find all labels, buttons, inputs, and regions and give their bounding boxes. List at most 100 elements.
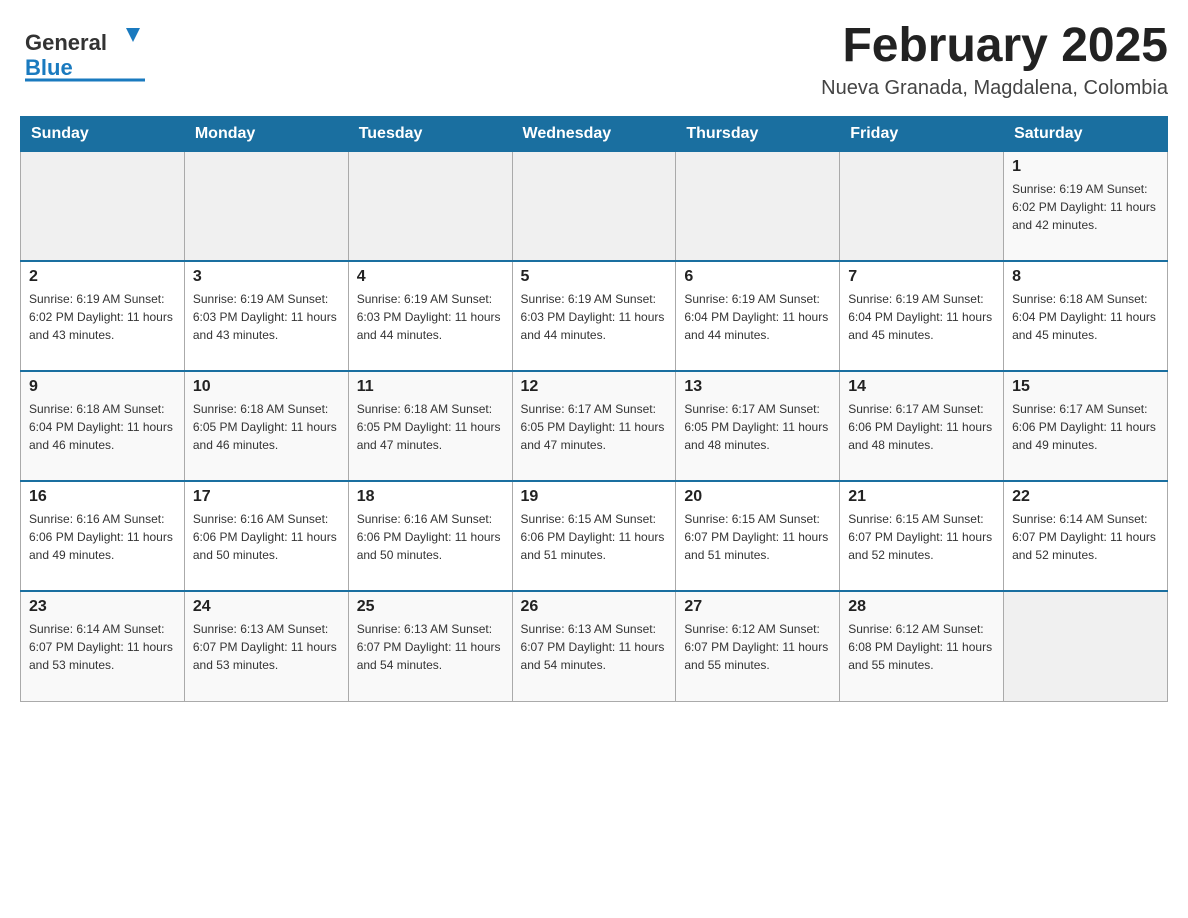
calendar-cell: 1Sunrise: 6:19 AM Sunset: 6:02 PM Daylig… bbox=[1004, 151, 1168, 261]
calendar-cell bbox=[21, 151, 185, 261]
day-info: Sunrise: 6:13 AM Sunset: 6:07 PM Dayligh… bbox=[357, 620, 504, 674]
logo: General Blue bbox=[20, 20, 150, 85]
calendar-cell: 12 Sunrise: 6:17 AM Sunset: 6:05 PM Dayli… bbox=[512, 371, 676, 481]
calendar-cell: 27Sunrise: 6:12 AM Sunset: 6:07 PM Dayli… bbox=[676, 591, 840, 701]
day-info: Sunrise: 6:14 AM Sunset: 6:07 PM Dayligh… bbox=[1012, 510, 1159, 564]
page-header: General Blue February 2025 Nueva Granada… bbox=[20, 20, 1168, 100]
day-number: 12 bbox=[521, 378, 668, 396]
day-info: Sunrise: 6:15 AM Sunset: 6:07 PM Dayligh… bbox=[848, 510, 995, 564]
calendar-cell: 8 Sunrise: 6:18 AM Sunset: 6:04 PM Daylig… bbox=[1004, 261, 1168, 371]
day-number: 22 bbox=[1012, 488, 1159, 506]
day-info: Sunrise: 6:17 AM Sunset: 6:06 PM Dayligh… bbox=[848, 400, 995, 454]
header-tuesday: Tuesday bbox=[348, 116, 512, 151]
day-info: Sunrise: 6:18 AM Sunset: 6:05 PM Dayligh… bbox=[193, 400, 340, 454]
calendar-cell: 17 Sunrise: 6:16 AM Sunset: 6:06 PM Dayli… bbox=[184, 481, 348, 591]
calendar-cell: 28Sunrise: 6:12 AM Sunset: 6:08 PM Dayli… bbox=[840, 591, 1004, 701]
day-number: 25 bbox=[357, 598, 504, 616]
day-number: 24 bbox=[193, 598, 340, 616]
day-number: 17 bbox=[193, 488, 340, 506]
calendar-cell: 26 Sunrise: 6:13 AM Sunset: 6:07 PM Dayli… bbox=[512, 591, 676, 701]
calendar-cell: 24 Sunrise: 6:13 AM Sunset: 6:07 PM Dayli… bbox=[184, 591, 348, 701]
day-info: Sunrise: 6:19 AM Sunset: 6:03 PM Dayligh… bbox=[357, 290, 504, 344]
header-monday: Monday bbox=[184, 116, 348, 151]
day-number: 18 bbox=[357, 488, 504, 506]
calendar-cell: 9 Sunrise: 6:18 AM Sunset: 6:04 PM Daylig… bbox=[21, 371, 185, 481]
day-info: Sunrise: 6:17 AM Sunset: 6:05 PM Dayligh… bbox=[521, 400, 668, 454]
day-info: Sunrise: 6:13 AM Sunset: 6:07 PM Dayligh… bbox=[193, 620, 340, 674]
day-info: Sunrise: 6:16 AM Sunset: 6:06 PM Dayligh… bbox=[357, 510, 504, 564]
day-info: Sunrise: 6:19 AM Sunset: 6:04 PM Dayligh… bbox=[848, 290, 995, 344]
month-title: February 2025 bbox=[821, 20, 1168, 73]
day-number: 3 bbox=[193, 268, 340, 286]
calendar-cell bbox=[512, 151, 676, 261]
calendar-cell: 21 Sunrise: 6:15 AM Sunset: 6:07 PM Dayli… bbox=[840, 481, 1004, 591]
day-number: 1 bbox=[1012, 158, 1159, 176]
calendar-cell: 23Sunrise: 6:14 AM Sunset: 6:07 PM Dayli… bbox=[21, 591, 185, 701]
svg-text:General: General bbox=[25, 30, 107, 55]
day-number: 4 bbox=[357, 268, 504, 286]
calendar-cell: 14Sunrise: 6:17 AM Sunset: 6:06 PM Dayli… bbox=[840, 371, 1004, 481]
header-saturday: Saturday bbox=[1004, 116, 1168, 151]
calendar-cell: 13 Sunrise: 6:17 AM Sunset: 6:05 PM Dayli… bbox=[676, 371, 840, 481]
day-info: Sunrise: 6:19 AM Sunset: 6:03 PM Dayligh… bbox=[521, 290, 668, 344]
calendar-cell: 15 Sunrise: 6:17 AM Sunset: 6:06 PM Dayli… bbox=[1004, 371, 1168, 481]
calendar-cell: 6 Sunrise: 6:19 AM Sunset: 6:04 PM Daylig… bbox=[676, 261, 840, 371]
calendar-cell: 5 Sunrise: 6:19 AM Sunset: 6:03 PM Daylig… bbox=[512, 261, 676, 371]
calendar-week-row: 2 Sunrise: 6:19 AM Sunset: 6:02 PM Daylig… bbox=[21, 261, 1168, 371]
day-info: Sunrise: 6:15 AM Sunset: 6:06 PM Dayligh… bbox=[521, 510, 668, 564]
day-number: 8 bbox=[1012, 268, 1159, 286]
day-info: Sunrise: 6:16 AM Sunset: 6:06 PM Dayligh… bbox=[193, 510, 340, 564]
calendar-cell: 25 Sunrise: 6:13 AM Sunset: 6:07 PM Dayli… bbox=[348, 591, 512, 701]
day-number: 13 bbox=[684, 378, 831, 396]
day-info: Sunrise: 6:18 AM Sunset: 6:04 PM Dayligh… bbox=[1012, 290, 1159, 344]
day-number: 7 bbox=[848, 268, 995, 286]
day-number: 16 bbox=[29, 488, 176, 506]
day-info: Sunrise: 6:17 AM Sunset: 6:05 PM Dayligh… bbox=[684, 400, 831, 454]
day-info: Sunrise: 6:19 AM Sunset: 6:03 PM Dayligh… bbox=[193, 290, 340, 344]
calendar-cell: 18 Sunrise: 6:16 AM Sunset: 6:06 PM Dayli… bbox=[348, 481, 512, 591]
calendar-cell: 19 Sunrise: 6:15 AM Sunset: 6:06 PM Dayli… bbox=[512, 481, 676, 591]
day-number: 9 bbox=[29, 378, 176, 396]
day-number: 11 bbox=[357, 378, 504, 396]
day-number: 23 bbox=[29, 598, 176, 616]
day-info: Sunrise: 6:15 AM Sunset: 6:07 PM Dayligh… bbox=[684, 510, 831, 564]
calendar-cell: 11Sunrise: 6:18 AM Sunset: 6:05 PM Dayli… bbox=[348, 371, 512, 481]
calendar-week-row: 23Sunrise: 6:14 AM Sunset: 6:07 PM Dayli… bbox=[21, 591, 1168, 701]
calendar-week-row: 9 Sunrise: 6:18 AM Sunset: 6:04 PM Daylig… bbox=[21, 371, 1168, 481]
day-number: 20 bbox=[684, 488, 831, 506]
calendar-week-row: 1Sunrise: 6:19 AM Sunset: 6:02 PM Daylig… bbox=[21, 151, 1168, 261]
day-number: 21 bbox=[848, 488, 995, 506]
calendar-cell bbox=[184, 151, 348, 261]
calendar-week-row: 16 Sunrise: 6:16 AM Sunset: 6:06 PM Dayli… bbox=[21, 481, 1168, 591]
header-wednesday: Wednesday bbox=[512, 116, 676, 151]
day-number: 10 bbox=[193, 378, 340, 396]
calendar-header-row: Sunday Monday Tuesday Wednesday Thursday… bbox=[21, 116, 1168, 151]
calendar-cell bbox=[348, 151, 512, 261]
calendar-cell bbox=[840, 151, 1004, 261]
day-number: 26 bbox=[521, 598, 668, 616]
day-number: 5 bbox=[521, 268, 668, 286]
calendar-cell bbox=[1004, 591, 1168, 701]
day-number: 6 bbox=[684, 268, 831, 286]
calendar-cell: 10 Sunrise: 6:18 AM Sunset: 6:05 PM Dayli… bbox=[184, 371, 348, 481]
calendar-cell: 2 Sunrise: 6:19 AM Sunset: 6:02 PM Daylig… bbox=[21, 261, 185, 371]
day-info: Sunrise: 6:13 AM Sunset: 6:07 PM Dayligh… bbox=[521, 620, 668, 674]
title-block: February 2025 Nueva Granada, Magdalena, … bbox=[821, 20, 1168, 100]
day-info: Sunrise: 6:16 AM Sunset: 6:06 PM Dayligh… bbox=[29, 510, 176, 564]
day-number: 19 bbox=[521, 488, 668, 506]
calendar-cell bbox=[676, 151, 840, 261]
day-number: 27 bbox=[684, 598, 831, 616]
header-thursday: Thursday bbox=[676, 116, 840, 151]
calendar-cell: 7 Sunrise: 6:19 AM Sunset: 6:04 PM Daylig… bbox=[840, 261, 1004, 371]
day-number: 2 bbox=[29, 268, 176, 286]
day-info: Sunrise: 6:17 AM Sunset: 6:06 PM Dayligh… bbox=[1012, 400, 1159, 454]
location-title: Nueva Granada, Magdalena, Colombia bbox=[821, 77, 1168, 100]
day-info: Sunrise: 6:18 AM Sunset: 6:04 PM Dayligh… bbox=[29, 400, 176, 454]
calendar-cell: 4 Sunrise: 6:19 AM Sunset: 6:03 PM Daylig… bbox=[348, 261, 512, 371]
calendar-table: Sunday Monday Tuesday Wednesday Thursday… bbox=[20, 116, 1168, 702]
day-info: Sunrise: 6:19 AM Sunset: 6:02 PM Dayligh… bbox=[29, 290, 176, 344]
day-number: 28 bbox=[848, 598, 995, 616]
logo-svg: General Blue bbox=[20, 20, 150, 85]
day-number: 15 bbox=[1012, 378, 1159, 396]
day-info: Sunrise: 6:19 AM Sunset: 6:04 PM Dayligh… bbox=[684, 290, 831, 344]
